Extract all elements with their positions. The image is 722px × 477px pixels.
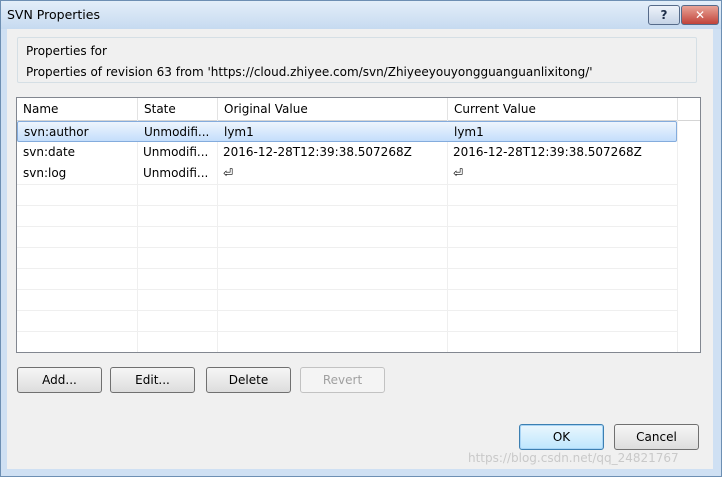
cell-name: svn:date — [23, 145, 76, 159]
title-bar[interactable]: SVN Properties ? ✕ — [1, 1, 721, 29]
close-icon: ✕ — [694, 8, 706, 22]
watermark: https://blog.csdn.net/qq_24821767 — [468, 451, 679, 465]
delete-button[interactable]: Delete — [206, 367, 291, 393]
close-button[interactable]: ✕ — [681, 5, 719, 25]
grid-line — [17, 184, 677, 185]
table-row[interactable]: svn:log Unmodifi... ⏎ ⏎ — [17, 163, 677, 184]
help-icon: ? — [660, 8, 668, 22]
column-header-name[interactable]: Name — [17, 98, 138, 120]
grid-line — [677, 120, 678, 352]
svn-properties-dialog: SVN Properties ? ✕ Properties for Proper… — [0, 0, 722, 477]
cell-original-value: 2016-12-28T12:39:38.507268Z — [223, 145, 412, 159]
cell-original-value: ⏎ — [223, 166, 234, 180]
window-title: SVN Properties — [7, 7, 100, 22]
cell-current-value: ⏎ — [453, 166, 464, 180]
add-button[interactable]: Add... — [17, 367, 102, 393]
cancel-button[interactable]: Cancel — [614, 424, 699, 450]
cell-name: svn:author — [24, 125, 89, 139]
table-row[interactable]: svn:author Unmodifi... lym1 lym1 — [17, 121, 677, 142]
cell-state: Unmodifi... — [144, 125, 210, 139]
list-header: Name State Original Value Current Value — [17, 98, 700, 121]
grid-line — [17, 226, 677, 227]
edit-button[interactable]: Edit... — [110, 367, 195, 393]
cell-original-value: lym1 — [224, 125, 254, 139]
revision-text: Properties of revision 63 from 'https://… — [26, 65, 593, 79]
cell-name: svn:log — [23, 166, 67, 180]
table-row[interactable]: svn:date Unmodifi... 2016-12-28T12:39:38… — [17, 142, 677, 163]
cell-current-value: lym1 — [454, 125, 484, 139]
column-header-original-value[interactable]: Original Value — [218, 98, 448, 120]
grid-line — [17, 205, 677, 206]
column-header-current-value[interactable]: Current Value — [448, 98, 678, 120]
properties-list[interactable]: Name State Original Value Current Value … — [16, 97, 701, 353]
grid-line — [17, 247, 677, 248]
dialog-body: Properties for Properties of revision 63… — [7, 29, 713, 469]
cell-current-value: 2016-12-28T12:39:38.507268Z — [453, 145, 642, 159]
grid-line — [17, 289, 677, 290]
ok-button[interactable]: OK — [519, 424, 604, 450]
grid-line — [17, 310, 677, 311]
group-label: Properties for — [26, 44, 107, 58]
revert-button[interactable]: Revert — [300, 367, 385, 393]
cell-state: Unmodifi... — [143, 166, 209, 180]
column-header-state[interactable]: State — [138, 98, 218, 120]
properties-for-group: Properties for Properties of revision 63… — [17, 37, 697, 83]
grid-line — [17, 331, 677, 332]
help-button[interactable]: ? — [648, 5, 680, 25]
cell-state: Unmodifi... — [143, 145, 209, 159]
grid-line — [17, 268, 677, 269]
